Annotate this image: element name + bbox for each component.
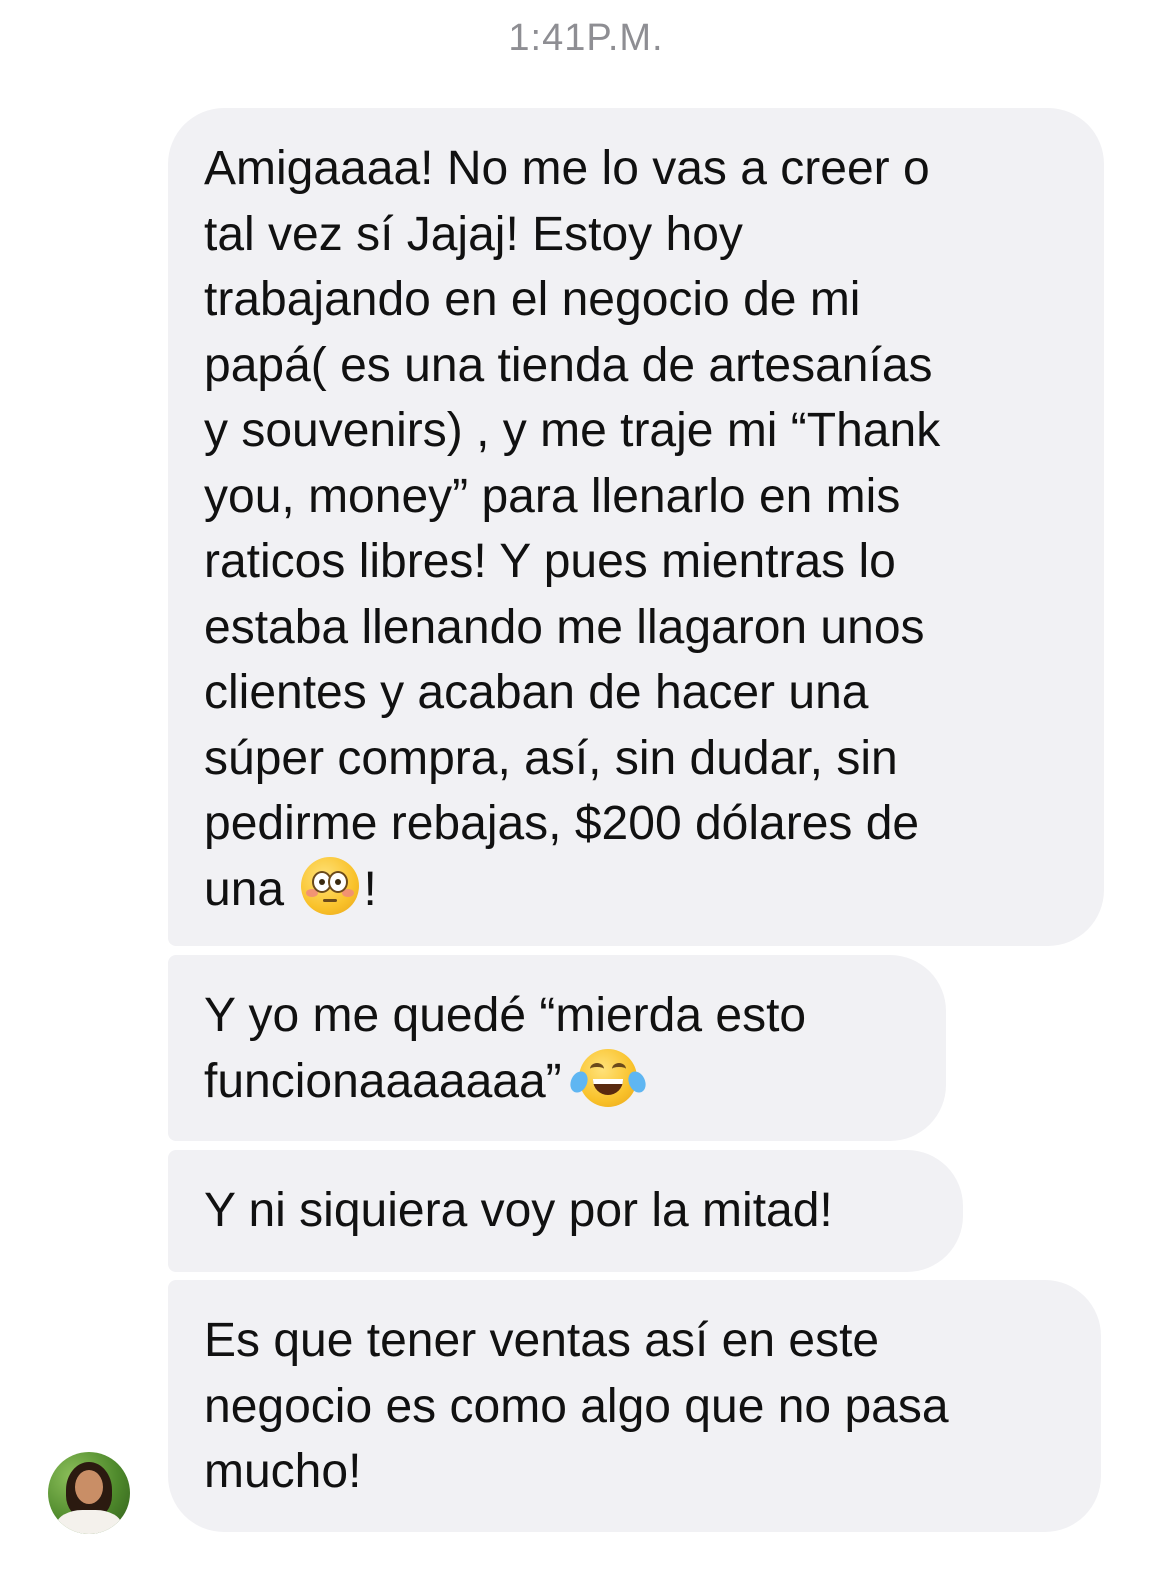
- flushed-face-icon: [301, 856, 360, 915]
- message-bubble[interactable]: Y yo me quedé “mierda esto funcionaaaaaa…: [168, 955, 946, 1141]
- message-text: Y yo me quedé “mierda esto funcionaaaaaa…: [204, 989, 807, 1108]
- message-bubble[interactable]: Amigaaaa! No me lo vas a creer o tal vez…: [168, 108, 1104, 946]
- message-bubble[interactable]: Es que tener ventas así en este negocio …: [168, 1280, 1101, 1532]
- message-text: Amigaaaa! No me lo vas a creer o tal vez…: [204, 142, 941, 916]
- avatar-shirt: [56, 1510, 122, 1534]
- message-timestamp: 1:41P.M.: [508, 17, 664, 59]
- tears-of-joy-icon: [567, 1048, 649, 1107]
- avatar[interactable]: [48, 1452, 130, 1534]
- message-text: Es que tener ventas así en este negocio …: [204, 1314, 949, 1498]
- message-text-end: !: [363, 862, 377, 916]
- message-text: Y ni siquiera voy por la mitad!: [204, 1184, 833, 1237]
- avatar-face: [75, 1470, 103, 1504]
- message-bubble[interactable]: Y ni siquiera voy por la mitad!: [168, 1150, 963, 1272]
